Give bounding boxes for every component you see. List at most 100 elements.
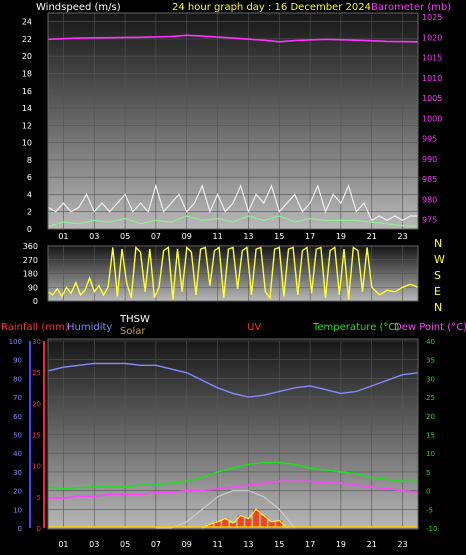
barometer-tick-label: 1005 xyxy=(422,94,442,103)
direction-ticks: 0 90 180 270 360 xyxy=(23,242,38,306)
rainfall-axis-label: Rainfall (mm) xyxy=(1,322,69,333)
windspeed-tick-label: 24 xyxy=(22,18,32,27)
windspeed-axis-label: Windspeed (m/s) xyxy=(36,2,121,13)
uv-legend-label: UV xyxy=(247,322,261,333)
rain-hour-label: 03 xyxy=(89,540,99,549)
compass-label: N xyxy=(434,237,442,250)
compass-label: S xyxy=(434,269,441,282)
weather-graphs: Windspeed (m/s) 24 hour graph day : 16 D… xyxy=(1,2,466,549)
panel-rain-background xyxy=(48,339,418,529)
rainfall-ticks: 0 5 10 15 20 25 30 xyxy=(32,338,41,533)
windspeed-tick-label: 16 xyxy=(22,87,32,96)
wind-hour-label: 13 xyxy=(243,232,253,241)
temperature-axis-label: Temperature (°C) xyxy=(312,322,399,333)
temperature-tick-label: 0 xyxy=(426,488,430,496)
windspeed-tick-label: 18 xyxy=(22,69,32,78)
humidity-tick-label: 0 xyxy=(18,525,22,533)
barometer-tick-label: 1020 xyxy=(422,33,442,42)
windspeed-tick-label: 4 xyxy=(27,190,32,199)
windspeed-tick-label: 0 xyxy=(27,225,32,234)
temperature-tick-label: 35 xyxy=(426,357,435,365)
temperature-tick-label: 30 xyxy=(426,375,435,383)
panel-direction: 090180270360 NWSEN xyxy=(23,237,445,314)
rainfall-tick-label: 20 xyxy=(32,400,41,408)
windspeed-tick-label: 6 xyxy=(27,173,32,182)
temperature-tick-label: 5 xyxy=(426,469,430,477)
rain-hour-label: 13 xyxy=(243,540,253,549)
barometer-tick-label: 1010 xyxy=(422,74,442,83)
compass-label: W xyxy=(434,253,445,266)
rainfall-tick-label: 30 xyxy=(32,338,41,346)
barometer-tick-label: 1015 xyxy=(422,54,442,63)
barometer-tick-label: 1000 xyxy=(422,114,442,123)
rainfall-tick-label: 0 xyxy=(37,525,41,533)
temperature-tick-label: 20 xyxy=(426,413,435,421)
panel-wind-hour-ticks: 01 03 05 07 09 11 13 15 17 19 21 23 xyxy=(58,232,407,241)
rain-hour-label: 09 xyxy=(182,540,192,549)
wind-hour-label: 01 xyxy=(58,232,68,241)
humidity-tick-label: 60 xyxy=(13,413,22,421)
temperature-tick-label: 25 xyxy=(426,394,435,402)
humidity-tick-label: 20 xyxy=(13,488,22,496)
temperature-tick-label: 40 xyxy=(426,338,435,346)
temperature-ticks: -10 -5 0 5 10 15 20 25 30 35 40 xyxy=(426,338,437,533)
wind-hour-label: 23 xyxy=(397,232,407,241)
wind-hour-label: 09 xyxy=(182,232,192,241)
rain-hour-label: 23 xyxy=(397,540,407,549)
windspeed-tick-label: 14 xyxy=(22,104,32,113)
windspeed-tick-label: 10 xyxy=(22,139,32,148)
direction-tick-label: 90 xyxy=(28,283,38,292)
temperature-tick-label: -5 xyxy=(426,506,433,514)
rainfall-tick-label: 15 xyxy=(32,432,41,440)
barometer-tick-label: 995 xyxy=(422,135,437,144)
barometer-tick-label: 1025 xyxy=(422,13,442,22)
dewpoint-axis-label: Dew Point (°C) xyxy=(394,322,466,333)
humidity-axis-label: Humidity xyxy=(67,322,112,333)
barometer-axis-label: Barometer (mb) xyxy=(371,2,451,13)
panel-rain-hour-ticks: 01 03 05 07 09 11 13 15 17 19 21 23 xyxy=(58,540,407,549)
barometer-ticks: 975 980 985 990 995 1000 1005 1010 1015 1020 1025 xyxy=(422,13,442,225)
wind-hour-label: 05 xyxy=(120,232,130,241)
panel-rain-humidity-temp: 0102030405060708090100 051015202530 -10-… xyxy=(9,338,438,549)
compass-labels: NWSEN xyxy=(434,237,445,314)
wind-hour-label: 07 xyxy=(151,232,161,241)
humidity-tick-label: 40 xyxy=(13,450,22,458)
compass-label: E xyxy=(434,285,441,298)
solar-legend-label: Solar xyxy=(120,326,146,337)
wind-hour-label: 03 xyxy=(89,232,99,241)
rain-hour-label: 21 xyxy=(367,540,377,549)
rain-hour-label: 07 xyxy=(151,540,161,549)
wind-hour-label: 17 xyxy=(305,232,315,241)
windspeed-ticks: 024681012141618202224 xyxy=(22,18,32,234)
chart-title: 24 hour graph day : 16 December 2024 xyxy=(172,2,371,13)
windspeed-tick-label: 8 xyxy=(27,156,32,165)
direction-tick-label: 0 xyxy=(33,297,38,306)
rainfall-tick-label: 25 xyxy=(32,369,41,377)
barometer-tick-label: 980 xyxy=(422,195,437,204)
humidity-tick-label: 80 xyxy=(13,375,22,383)
rainfall-tick-label: 10 xyxy=(32,463,41,471)
windspeed-tick-label: 12 xyxy=(22,121,32,130)
humidity-tick-label: 10 xyxy=(13,506,22,514)
temperature-tick-label: 10 xyxy=(426,450,435,458)
humidity-ticks: 0 10 20 30 40 50 60 70 80 90 100 xyxy=(9,338,22,533)
humidity-tick-label: 100 xyxy=(9,338,22,346)
rain-hour-label: 17 xyxy=(305,540,315,549)
wind-hour-label: 11 xyxy=(212,232,222,241)
rain-hour-label: 19 xyxy=(336,540,346,549)
windspeed-tick-label: 22 xyxy=(22,35,32,44)
temperature-tick-label: -10 xyxy=(426,525,437,533)
wind-hour-label: 15 xyxy=(274,232,284,241)
humidity-tick-label: 90 xyxy=(13,357,22,365)
direction-tick-label: 270 xyxy=(23,256,38,265)
temperature-tick-label: 15 xyxy=(426,432,435,440)
rain-hour-label: 05 xyxy=(120,540,130,549)
barometer-tick-label: 975 xyxy=(422,216,437,225)
rain-hour-label: 11 xyxy=(212,540,222,549)
compass-label: N xyxy=(434,301,442,314)
barometer-tick-label: 990 xyxy=(422,155,437,164)
rainfall-tick-label: 5 xyxy=(37,494,41,502)
humidity-tick-label: 50 xyxy=(13,432,22,440)
windspeed-tick-label: 20 xyxy=(22,52,32,61)
panel-wind-barometer: 024681012141618202224 975980985990995100… xyxy=(22,12,442,241)
